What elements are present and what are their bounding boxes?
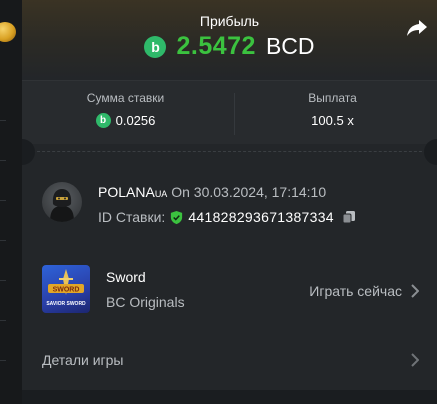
bet-date: On 30.03.2024, 17:14:10 [167,184,327,200]
game-thumbnail[interactable]: SWORD SAVIOR SWORD [42,265,90,313]
bcd-coin-icon: b [144,35,167,58]
profit-currency: BCD [265,33,315,59]
player-name-line: POLANAUA On 30.03.2024, 17:14:10 [98,184,326,200]
profit-amount: 2.5472 [176,32,256,60]
player-name[interactable]: POLANA [98,184,155,200]
payout-label: Выплата [308,91,357,105]
bet-id-label: ID Ставки: [98,209,166,225]
ticket-divider [22,151,437,152]
player-name-suffix: UA [154,189,168,199]
copy-icon[interactable] [342,210,356,224]
play-now-link[interactable]: Играть сейчас [309,283,419,299]
game-thumb-title: SWORD [53,287,80,294]
bet-details-panel: Прибыль b 2.5472 BCD Сумма ставки b 0.02… [22,0,437,390]
bet-id-value: 441828293671387334 [188,209,334,225]
game-thumb-subtitle: SAVIOR SWORD [46,301,86,307]
ticket-notch-right [424,139,437,165]
bcd-coin-icon: b [95,113,111,128]
profit-row: b 2.5472 BCD [22,32,437,61]
payout-stat: Выплата 100.5 x [229,89,436,128]
profit-label: Прибыль [199,13,260,29]
bet-stats: Сумма ставки b 0.0256 Выплата 100.5 x [22,80,437,144]
game-provider: BC Originals [106,294,185,310]
background-sidebar [0,0,22,404]
coin-decoration [0,22,16,42]
payout-value: 100.5 x [311,113,354,128]
bet-amount-stat: Сумма ставки b 0.0256 [22,89,229,128]
bet-id-line: ID Ставки: 441828293671387334 [98,209,356,225]
game-details-row[interactable]: Детали игры [42,350,419,370]
bet-amount-label: Сумма ставки [86,91,165,105]
chevron-right-icon [411,284,419,298]
chevron-right-icon [411,353,419,367]
verified-shield-icon [171,210,183,224]
avatar[interactable] [42,182,82,222]
game-details-label: Детали игры [42,352,124,368]
game-title: Sword [106,269,146,285]
bet-amount-value: b 0.0256 [22,113,229,128]
play-now-label: Играть сейчас [309,283,402,299]
